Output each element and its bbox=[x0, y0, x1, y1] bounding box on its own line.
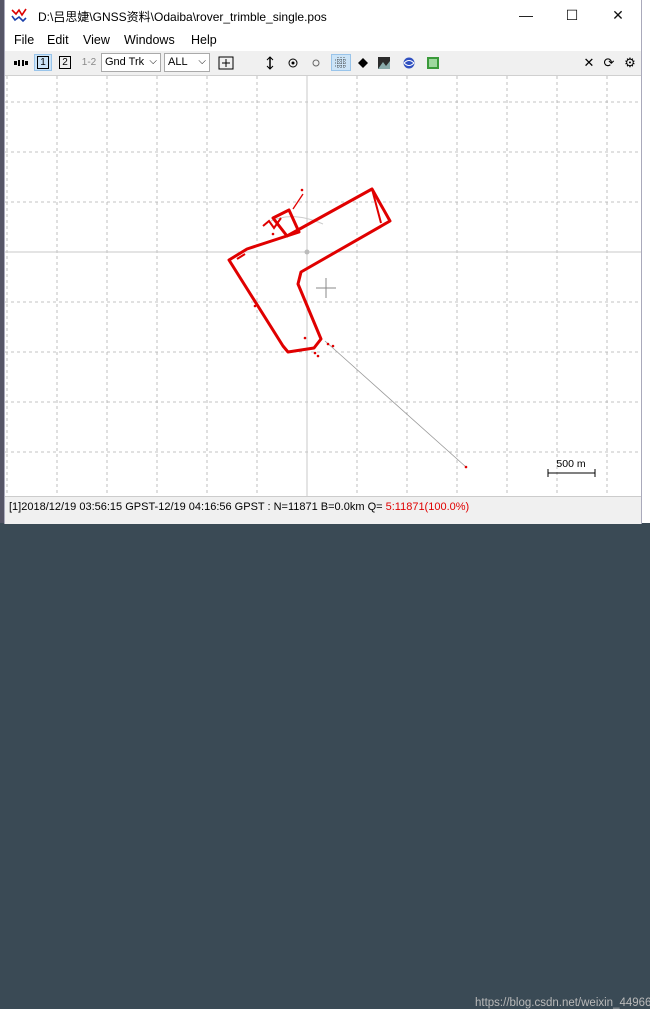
status-text: [1]2018/12/19 03:56:15 GPST-12/19 04:16:… bbox=[9, 501, 470, 513]
desktop-background-right bbox=[640, 0, 650, 523]
csdn-watermark: https://blog.csdn.net/weixin_4496633 bbox=[475, 997, 650, 1009]
clear-x-icon[interactable]: ✕ bbox=[581, 54, 597, 71]
title-bar[interactable]: D:\吕思婕\GNSS资料\Odaiba\rover_trimble_singl… bbox=[5, 0, 641, 30]
menu-bar: File Edit View Windows Help bbox=[5, 30, 641, 50]
status-bar: [1]2018/12/19 03:56:15 GPST-12/19 04:16:… bbox=[5, 496, 650, 1009]
close-icon: ✕ bbox=[612, 6, 624, 23]
show-points-icon[interactable] bbox=[355, 54, 371, 71]
google-earth-icon[interactable] bbox=[400, 54, 418, 71]
chevron-down-icon: ⌵ bbox=[149, 56, 157, 67]
fit-vertical-icon[interactable] bbox=[261, 54, 279, 71]
connect-icon[interactable] bbox=[12, 54, 30, 71]
center-origin-icon[interactable] bbox=[284, 54, 302, 71]
track-points bbox=[253, 188, 468, 469]
chevron-down-icon: ⌵ bbox=[198, 56, 206, 67]
solution-2-button[interactable]: 2 bbox=[56, 54, 74, 71]
track-point bbox=[326, 342, 330, 346]
center-cross bbox=[316, 278, 336, 298]
solution-1-button[interactable]: 1 bbox=[34, 54, 52, 71]
ground-track bbox=[227, 187, 392, 354]
track-tail-line bbox=[324, 340, 467, 468]
track-point bbox=[316, 354, 320, 358]
scale-bar: 500 m bbox=[547, 458, 596, 477]
close-button[interactable]: ✕ bbox=[595, 0, 641, 30]
menu-help[interactable]: Help bbox=[191, 33, 217, 47]
maximize-button[interactable]: ☐ bbox=[549, 0, 595, 30]
fix-center-icon[interactable] bbox=[307, 54, 325, 71]
menu-windows[interactable]: Windows bbox=[124, 33, 175, 47]
quality-filter-select[interactable]: ALL ⌵ bbox=[164, 53, 210, 72]
menu-view[interactable]: View bbox=[83, 33, 110, 47]
track-point bbox=[253, 304, 257, 308]
origin-axes bbox=[5, 76, 641, 496]
plot-grid bbox=[5, 76, 641, 496]
track-point bbox=[464, 465, 468, 469]
gear-icon[interactable]: ⚙ bbox=[622, 54, 638, 71]
plot-canvas: 500 m bbox=[5, 76, 641, 496]
menu-file[interactable]: File bbox=[14, 33, 34, 47]
menu-edit[interactable]: Edit bbox=[47, 33, 69, 47]
rtkplot-window: D:\吕思婕\GNSS资料\Odaiba\rover_trimble_singl… bbox=[5, 0, 650, 1009]
animation-crosshair-icon[interactable] bbox=[215, 54, 237, 71]
minimize-icon: — bbox=[519, 7, 533, 23]
show-grid-button[interactable] bbox=[331, 54, 351, 71]
window-title: D:\吕思婕\GNSS资料\Odaiba\rover_trimble_singl… bbox=[38, 10, 327, 24]
track-point bbox=[313, 351, 317, 355]
reload-icon[interactable]: ⟳ bbox=[601, 54, 617, 71]
map-image-icon[interactable] bbox=[375, 54, 393, 71]
toolbar: 1 2 1-2 Gnd Trk ⌵ ALL ⌵ ✕ ⟳ ⚙ bbox=[5, 51, 641, 76]
track-point bbox=[300, 188, 304, 192]
ground-track-plot[interactable]: 500 m bbox=[5, 76, 641, 496]
google-map-icon[interactable] bbox=[424, 54, 442, 71]
maximize-icon: ☐ bbox=[565, 6, 579, 23]
track-point bbox=[331, 344, 335, 348]
quality-stats: 5:11871(100.0%) bbox=[385, 501, 470, 513]
track-point bbox=[271, 232, 275, 236]
track-point bbox=[303, 336, 307, 340]
rtkplot-app-icon bbox=[11, 7, 27, 23]
scale-bar-label: 500 m bbox=[556, 458, 585, 470]
plot-type-select[interactable]: Gnd Trk ⌵ bbox=[101, 53, 161, 72]
solution-1-2-button[interactable]: 1-2 bbox=[78, 54, 100, 71]
minimize-button[interactable]: — bbox=[503, 0, 549, 30]
